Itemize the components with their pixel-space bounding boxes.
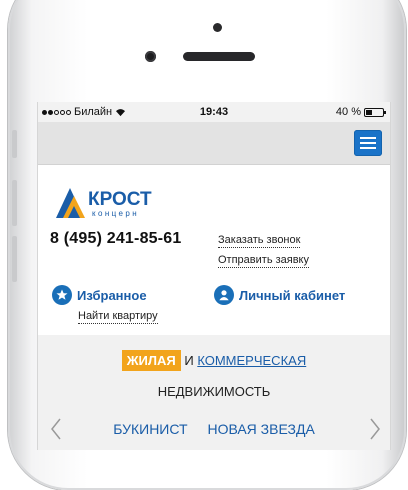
favorites-label: Избранное (77, 287, 147, 303)
camera-dot (213, 23, 222, 32)
conjunction-label: И (184, 353, 194, 368)
contact-phone[interactable]: 8 (495) 241-85-61 (50, 230, 182, 248)
property-type-selector: ЖИЛАЯ И КОММЕРЧЕСКАЯ (38, 350, 390, 371)
battery-percent: 40 % (335, 106, 361, 118)
volume-up-button (12, 180, 17, 226)
front-camera (145, 51, 156, 62)
favorites-link[interactable]: Избранное (52, 285, 147, 305)
send-request-link[interactable]: Отправить заявку (218, 254, 309, 268)
user-icon (214, 285, 234, 305)
project-carousel: БУКИНИСТ НОВАЯ ЗВЕЗДА (38, 417, 390, 441)
residential-tab[interactable]: ЖИЛАЯ (121, 350, 181, 371)
realty-label: НЕДВИЖИМОСТЬ (157, 384, 271, 399)
logo-title: КРОСТ (88, 189, 152, 210)
logo-subtitle: концерн (92, 209, 139, 218)
krost-logo[interactable]: КРОСТ концерн (54, 182, 174, 222)
commercial-tab[interactable]: КОММЕРЧЕСКАЯ (197, 353, 306, 368)
battery-icon (364, 107, 386, 117)
battery-info: 40 % (335, 106, 386, 118)
phone-screen: Билайн 19:43 40 % КРОСТ концерн 8 (495) … (37, 102, 391, 450)
chevron-right-icon[interactable] (369, 417, 381, 441)
carousel-items: БУКИНИСТ НОВАЯ ЗВЕЗДА (38, 421, 390, 437)
order-call-link[interactable]: Заказать звонок (218, 234, 301, 248)
status-bar: Билайн 19:43 40 % (38, 102, 390, 122)
carousel-item[interactable]: БУКИНИСТ (113, 421, 187, 437)
property-type-panel: ЖИЛАЯ И КОММЕРЧЕСКАЯ НЕДВИЖИМОСТЬ БУКИНИ… (38, 335, 390, 450)
hamburger-menu-button[interactable] (354, 130, 382, 156)
personal-cabinet-link[interactable]: Личный кабинет (214, 285, 345, 305)
star-icon (52, 285, 72, 305)
earpiece-speaker (183, 52, 255, 61)
volume-down-button (12, 236, 17, 282)
carousel-item[interactable]: НОВАЯ ЗВЕЗДА (207, 421, 314, 437)
site-navbar (38, 122, 390, 165)
mute-switch (12, 130, 17, 158)
find-apartment-link[interactable]: Найти квартиру (78, 310, 158, 324)
personal-cabinet-label: Личный кабинет (239, 287, 346, 303)
